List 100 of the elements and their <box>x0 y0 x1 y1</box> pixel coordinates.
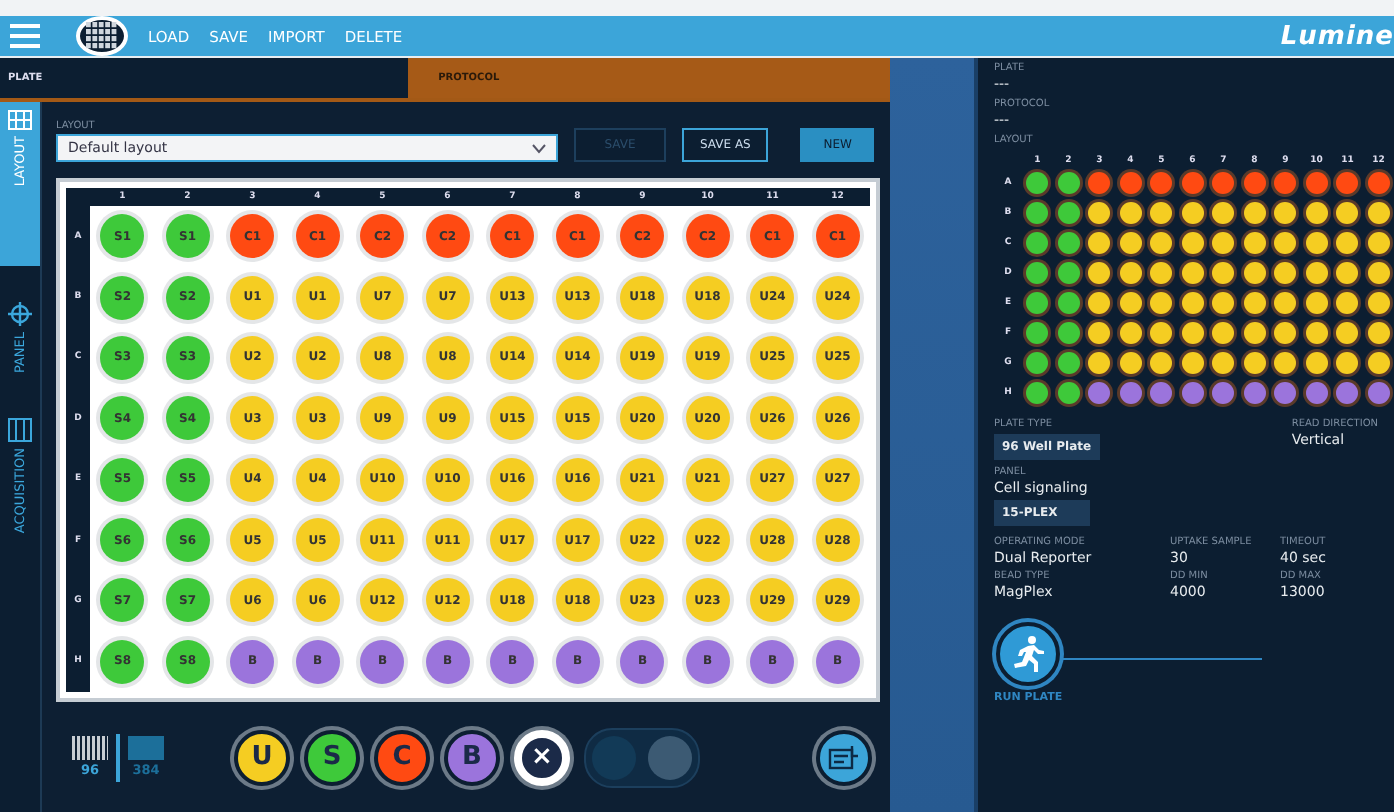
well-dot <box>1336 232 1359 254</box>
well-dot <box>1367 232 1390 254</box>
panel-icon <box>8 302 32 326</box>
well-dot <box>1274 202 1297 224</box>
well-dot <box>1243 382 1266 404</box>
well-dot <box>1367 322 1390 344</box>
well-dot <box>1150 382 1173 404</box>
well-dot <box>1336 262 1359 284</box>
well-dot <box>1150 232 1173 254</box>
well-dot <box>1367 292 1390 314</box>
well-dot <box>1119 322 1142 344</box>
well-dot <box>1243 292 1266 314</box>
well-dot <box>1026 292 1049 314</box>
well-dot <box>1088 232 1111 254</box>
well-dot <box>1305 232 1328 254</box>
export-button[interactable] <box>816 729 872 785</box>
well-dot <box>1119 382 1142 404</box>
well-dot <box>1088 382 1111 404</box>
well-type-button[interactable]: B <box>444 729 500 785</box>
well-dot <box>1243 232 1266 254</box>
well-dot <box>1274 172 1297 194</box>
grid-icon <box>128 736 164 760</box>
well-dot <box>1150 322 1173 344</box>
well-dot <box>1243 262 1266 284</box>
well-dot <box>1336 382 1359 404</box>
well-dot <box>1026 262 1049 284</box>
well-dot <box>1181 232 1204 254</box>
well-dot <box>1274 352 1297 374</box>
well-dot <box>1088 292 1111 314</box>
well-dot <box>1212 382 1235 404</box>
well-dot <box>1088 172 1111 194</box>
well-dot <box>1212 292 1235 314</box>
well-dot <box>1057 322 1080 344</box>
document-icon <box>828 743 860 771</box>
well-type-button[interactable]: S <box>304 729 360 785</box>
well-dot <box>1212 262 1235 284</box>
well-dot <box>1212 232 1235 254</box>
well-dot <box>1367 262 1390 284</box>
menu-icon[interactable] <box>10 24 40 48</box>
plate-icon[interactable] <box>76 16 128 56</box>
well-dot <box>1026 322 1049 344</box>
well-dot <box>1026 382 1049 404</box>
well-dot <box>1181 292 1204 314</box>
well-dot <box>1119 292 1142 314</box>
well-dot <box>1305 322 1328 344</box>
well-dot <box>1119 172 1142 194</box>
well-dot <box>1088 322 1111 344</box>
well-type-button[interactable]: U <box>234 729 290 785</box>
well-dot <box>1026 172 1049 194</box>
well-dot <box>1057 262 1080 284</box>
well-dot <box>1336 322 1359 344</box>
well-dot <box>1336 352 1359 374</box>
well-dot <box>1367 352 1390 374</box>
caret-icon <box>532 143 546 153</box>
well-dot <box>1150 292 1173 314</box>
well-dot <box>1150 262 1173 284</box>
well-dot <box>1274 292 1297 314</box>
well-dot <box>1057 352 1080 374</box>
well-dot <box>1119 202 1142 224</box>
well-dot <box>1274 262 1297 284</box>
well-dot <box>1088 262 1111 284</box>
well-dot <box>1181 322 1204 344</box>
well-dot <box>1274 322 1297 344</box>
well-dot <box>1150 172 1173 194</box>
well-dot <box>1305 202 1328 224</box>
clear-button[interactable]: × <box>514 729 570 785</box>
run-button[interactable] <box>996 622 1061 686</box>
logo: Lumine <box>1280 21 1394 51</box>
well-dot <box>1336 292 1359 314</box>
well-dot <box>1367 172 1390 194</box>
well-dot <box>1057 382 1080 404</box>
well-dot <box>1212 352 1235 374</box>
well-dot <box>1150 202 1173 224</box>
well-dot <box>1119 352 1142 374</box>
well-dot <box>1088 202 1111 224</box>
well-dot <box>1057 292 1080 314</box>
well-dot <box>1150 352 1173 374</box>
well-dot <box>1119 232 1142 254</box>
well-dot <box>1119 262 1142 284</box>
well-dot <box>1274 232 1297 254</box>
acquisition-icon <box>8 417 32 442</box>
well-dot <box>1181 202 1204 224</box>
well-dot <box>1243 172 1266 194</box>
well-type-button[interactable]: C <box>374 729 430 785</box>
well-dot <box>1057 202 1080 224</box>
well-dot <box>1305 352 1328 374</box>
well-dot <box>1336 172 1359 194</box>
well-dot <box>1088 352 1111 374</box>
layout-icon <box>8 110 32 130</box>
well-dot <box>1212 322 1235 344</box>
well-dot <box>1026 202 1049 224</box>
well-dot <box>1181 352 1204 374</box>
well-dot <box>1367 202 1390 224</box>
well-dot <box>1057 232 1080 254</box>
well-dot <box>1181 382 1204 404</box>
runner-icon <box>1008 634 1049 674</box>
well-dot <box>1305 382 1328 404</box>
well-dot <box>1305 292 1328 314</box>
well-dot <box>1305 262 1328 284</box>
well-dot <box>1367 382 1390 404</box>
